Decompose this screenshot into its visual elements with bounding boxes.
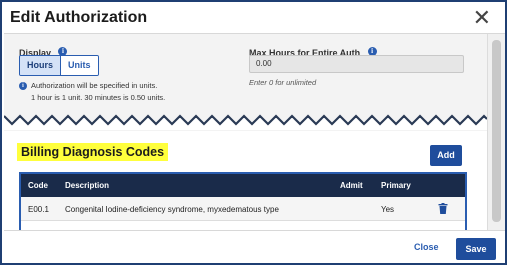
display-toggle: Hours Units <box>19 55 99 76</box>
billing-section-title: Billing Diagnosis Codes <box>17 143 169 161</box>
cell-code: E00.1 <box>28 205 49 214</box>
column-header-primary: Primary <box>381 181 411 190</box>
dialog-frame: Edit Authorization ✕ Display i Hours Uni… <box>0 0 507 265</box>
table-header: Code Description Admit Primary <box>21 174 465 197</box>
torn-edge-divider <box>4 114 487 130</box>
max-hours-hint: Enter 0 for unlimited <box>249 78 317 87</box>
dialog-header: Edit Authorization ✕ <box>4 4 505 34</box>
dialog-footer: Close Save <box>4 230 505 263</box>
hours-toggle-button[interactable]: Hours <box>20 56 62 75</box>
save-button[interactable]: Save <box>456 238 496 260</box>
close-icon[interactable]: ✕ <box>473 6 491 30</box>
table-row[interactable]: E00.1 Congenital Iodine-deficiency syndr… <box>21 197 465 221</box>
units-note: i Authorization will be specified in unit… <box>19 81 158 91</box>
column-header-description: Description <box>65 181 110 190</box>
units-toggle-button[interactable]: Units <box>61 56 98 75</box>
column-header-admit: Admit <box>340 181 363 190</box>
billing-section: Billing Diagnosis Codes Add Code Descrip… <box>4 131 487 230</box>
close-button[interactable]: Close <box>414 242 439 252</box>
add-diagnosis-button[interactable]: Add <box>430 145 462 166</box>
vertical-scrollbar[interactable] <box>487 34 505 230</box>
cell-description: Congenital Iodine-deficiency syndrome, m… <box>65 205 279 214</box>
cell-primary: Yes <box>381 205 395 214</box>
info-icon: i <box>19 82 27 91</box>
column-header-code: Code <box>28 181 48 190</box>
diagnosis-table: Code Description Admit Primary E00.1 Con… <box>19 172 467 230</box>
dialog-content: Display i Hours Units i Authorization wil… <box>4 34 487 230</box>
trash-icon[interactable] <box>438 203 448 214</box>
units-note-line2: 1 hour is 1 unit. 30 minutes is 0.50 uni… <box>31 93 166 102</box>
scrollbar-thumb[interactable] <box>492 40 501 222</box>
dialog-title: Edit Authorization <box>10 9 148 26</box>
max-hours-input[interactable]: 0.00 <box>249 55 464 73</box>
units-note-line1: Authorization will be specified in units… <box>31 81 158 90</box>
